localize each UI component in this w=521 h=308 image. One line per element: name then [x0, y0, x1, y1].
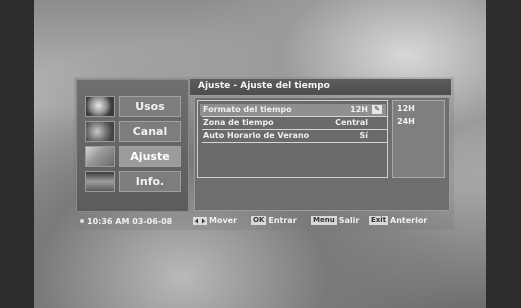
settings-icon: [85, 146, 115, 167]
setting-label: Zona de tiempo: [203, 118, 274, 127]
letterbox-right: [486, 0, 521, 308]
hint-ok: OK Entrar: [251, 216, 297, 225]
page-header: Ajuste - Ajuste del tiempo: [190, 79, 451, 96]
sidebar-item-ajuste[interactable]: Ajuste: [85, 146, 185, 167]
setting-value: Central: [335, 118, 368, 127]
sidebar-item-info[interactable]: Info.: [85, 171, 185, 192]
ok-key-icon: OK: [251, 216, 267, 225]
hint-move-label: Mover: [209, 216, 238, 225]
page-title: Ajuste - Ajuste del tiempo: [198, 81, 330, 91]
sidebar-item-label: Ajuste: [119, 146, 181, 167]
setting-label: Formato del tiempo: [203, 105, 292, 114]
menu-key-icon: Menu: [311, 216, 337, 225]
setting-time-zone[interactable]: Zona de tiempo Central: [200, 117, 388, 130]
sidebar-item-label: Usos: [119, 96, 181, 117]
hint-menu-label: Salir: [338, 216, 360, 225]
hint-move: Mover: [193, 216, 237, 225]
exit-key-icon: Exit: [369, 216, 389, 225]
sidebar-item-usos[interactable]: Usos: [85, 96, 185, 117]
option-24h[interactable]: 24H: [397, 117, 415, 126]
sidebar-item-label: Canal: [119, 121, 181, 142]
options-dropdown: 12H 24H: [392, 100, 445, 178]
satellite-icon: [85, 121, 115, 142]
clock-text: 10:36 AM 03-06-08: [87, 216, 173, 226]
setting-auto-dst[interactable]: Auto Horario de Verano Sí: [200, 130, 388, 143]
hint-menu: Menu Salir: [311, 216, 359, 225]
setting-value: Sí: [359, 131, 368, 140]
sidebar-item-label: Info.: [119, 171, 181, 192]
sidebar-menu: Usos Canal Ajuste Info.: [76, 79, 189, 212]
divider: [202, 142, 388, 143]
sidebar-item-canal[interactable]: Canal: [85, 121, 185, 142]
help-bar: Mover OK Entrar Menu Salir Exit Anterior: [190, 214, 451, 228]
hint-ok-label: Entrar: [268, 216, 297, 225]
setting-time-format[interactable]: Formato del tiempo 12H ✎: [200, 104, 388, 117]
clock-icon: [80, 219, 84, 223]
hint-exit: Exit Anterior: [369, 216, 427, 225]
setting-value: 12H: [350, 105, 368, 114]
arrow-keys-icon: [193, 216, 207, 225]
hint-exit-label: Anterior: [390, 216, 428, 225]
settings-list: Formato del tiempo 12H ✎ Zona de tiempo …: [197, 100, 388, 178]
edit-icon[interactable]: ✎: [372, 105, 382, 114]
letterbox-left: [0, 0, 34, 308]
globe-icon: [85, 96, 115, 117]
info-icon: [85, 171, 115, 192]
setting-label: Auto Horario de Verano: [203, 131, 310, 140]
option-12h[interactable]: 12H: [397, 104, 415, 113]
clock-display: 10:36 AM 03-06-08: [76, 214, 187, 228]
